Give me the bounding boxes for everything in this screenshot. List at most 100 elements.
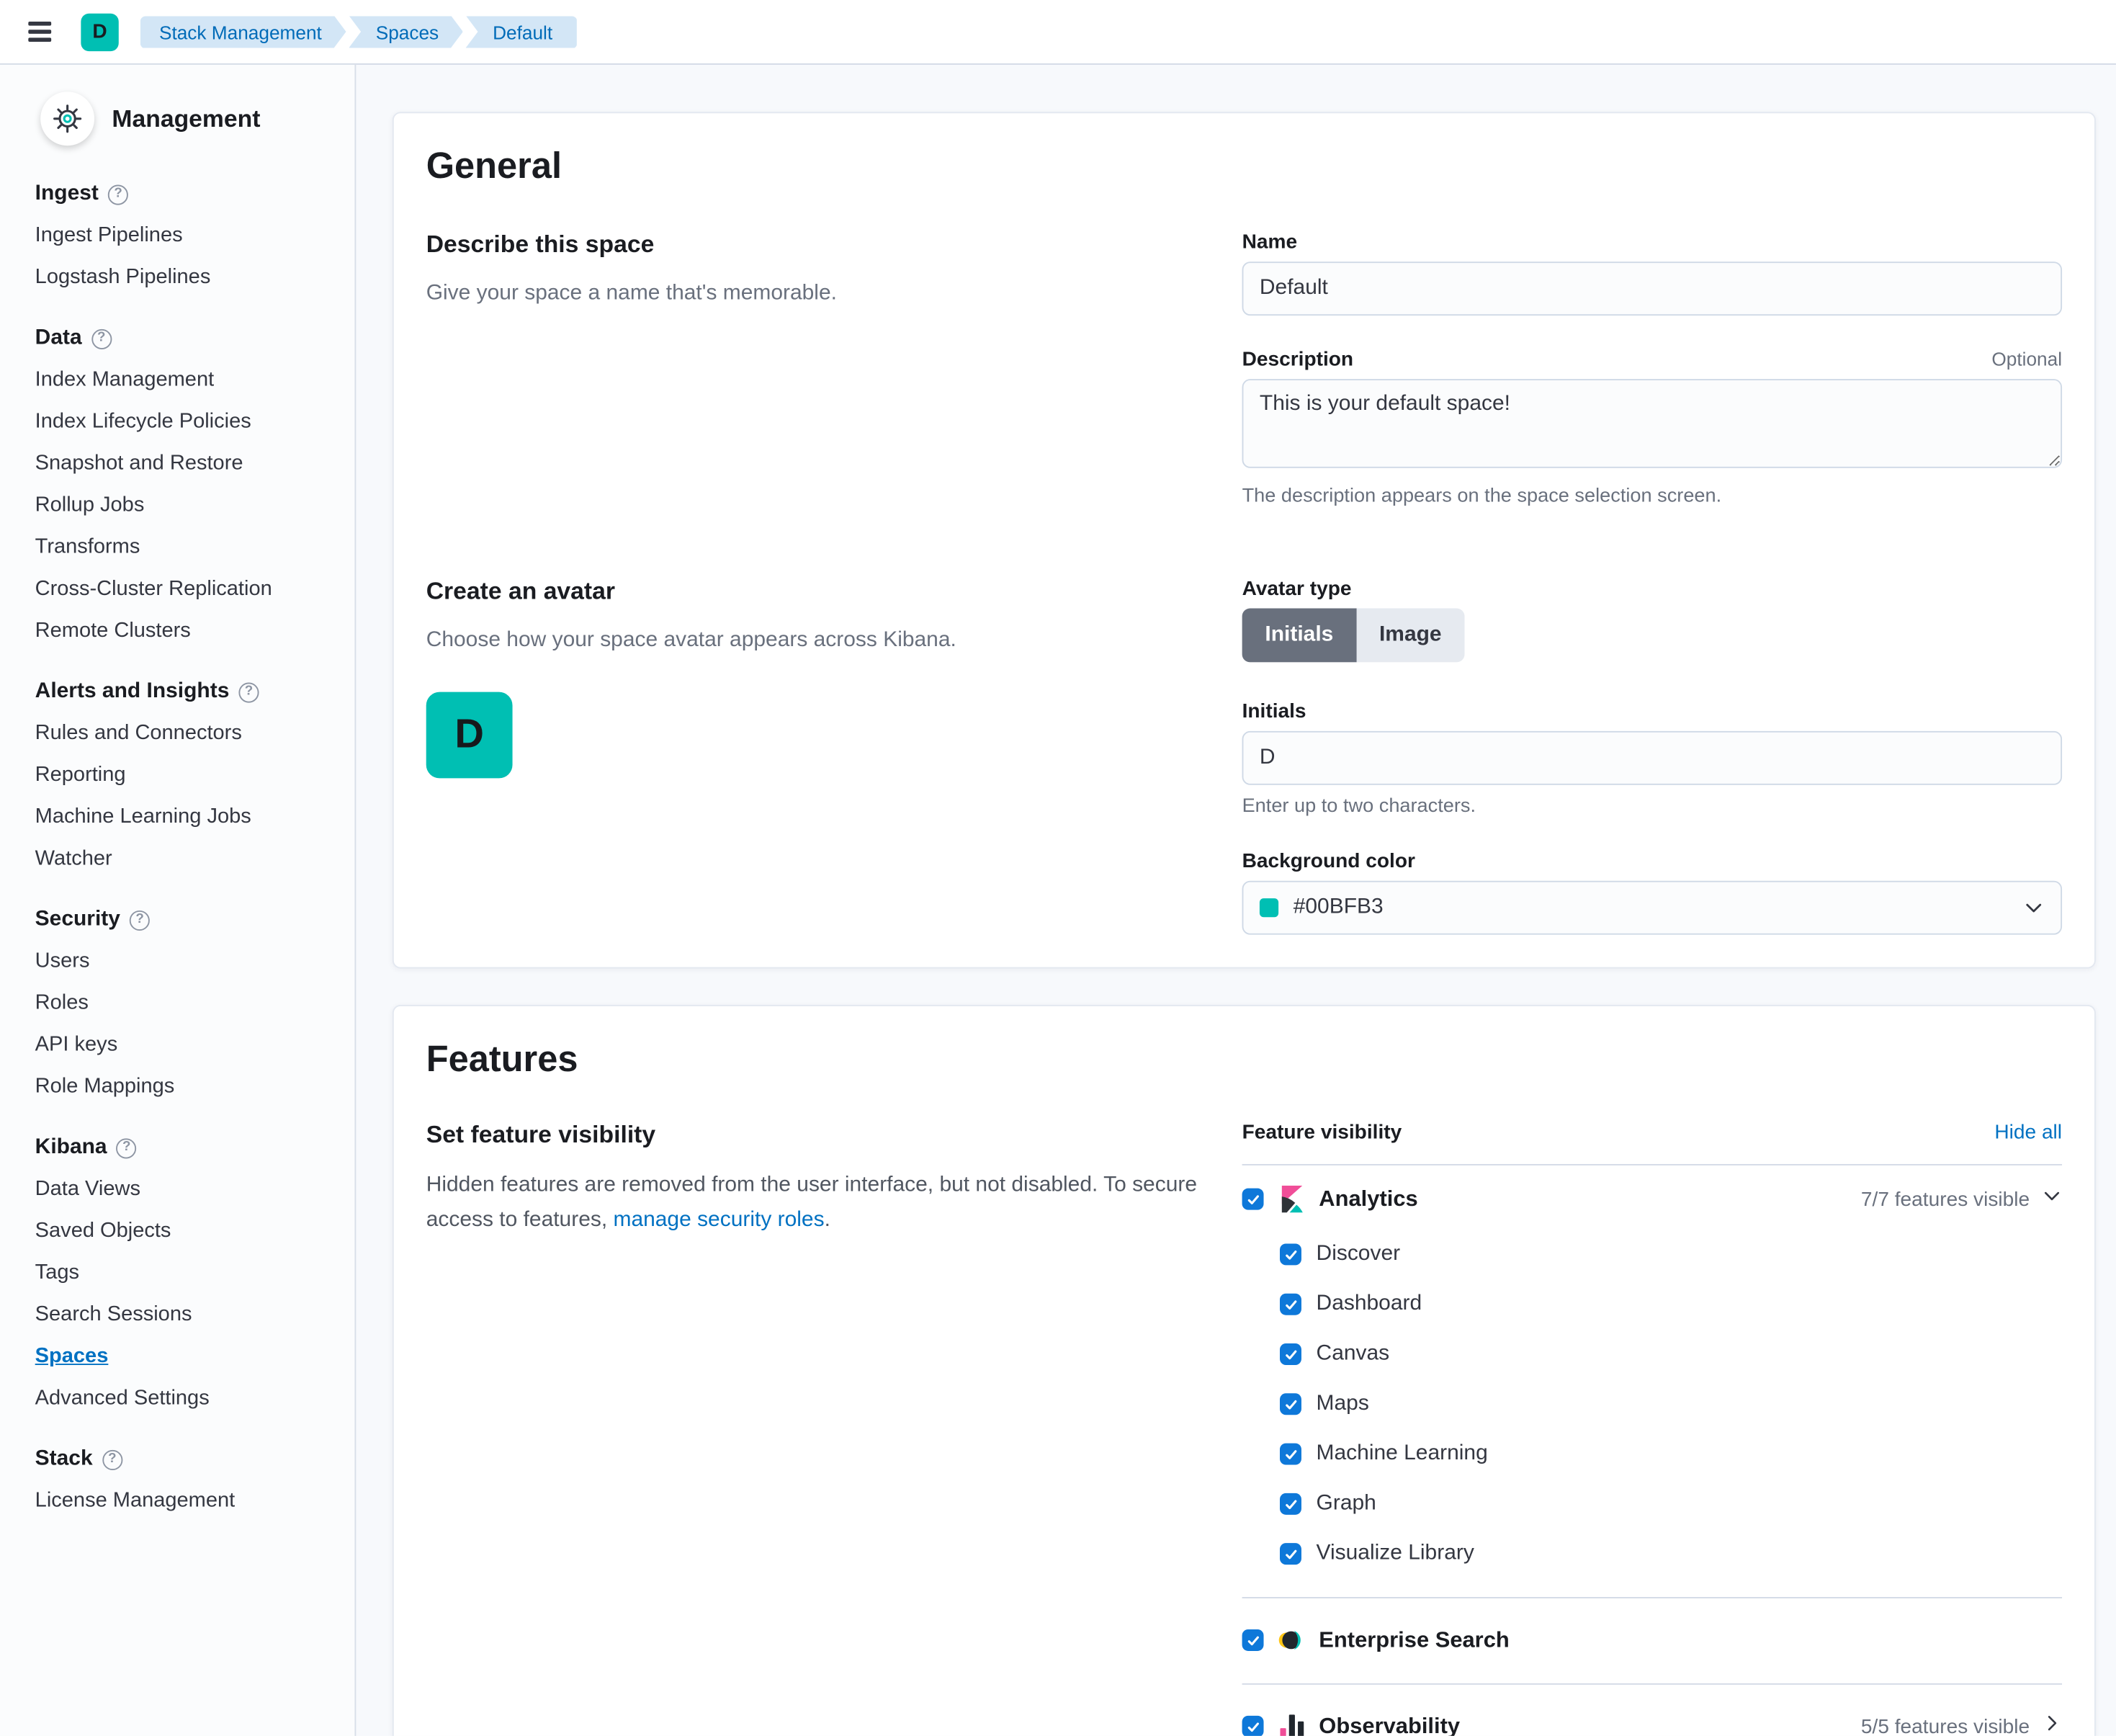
feature-row-observability: Observability 5/5 features visible bbox=[1242, 1701, 2062, 1736]
page-title: General bbox=[426, 146, 2062, 187]
visualize-library-checkbox[interactable] bbox=[1280, 1543, 1301, 1565]
name-input[interactable] bbox=[1242, 261, 2062, 316]
sidebar-item-machine-learning-jobs[interactable]: Machine Learning Jobs bbox=[35, 805, 341, 830]
graph-checkbox[interactable] bbox=[1280, 1493, 1301, 1515]
sidebar-item-remote-clusters[interactable]: Remote Clusters bbox=[35, 619, 341, 643]
sidebar-group-data: Data? Index Management Index Lifecycle P… bbox=[35, 326, 341, 643]
observability-accordion-toggle[interactable]: 5/5 features visible bbox=[1861, 1713, 2062, 1736]
sidebar-item-reporting[interactable]: Reporting bbox=[35, 764, 341, 788]
machine-learning-checkbox[interactable] bbox=[1280, 1444, 1301, 1465]
describe-space-description: Give your space a name that's memorable. bbox=[426, 278, 1216, 310]
description-textarea[interactable]: This is your default space! bbox=[1242, 379, 2062, 468]
question-circle-icon: ? bbox=[108, 184, 128, 205]
question-circle-icon: ? bbox=[102, 1449, 122, 1469]
features-panel: Features Set feature visibility Hidden f… bbox=[393, 1005, 2096, 1736]
feature-row-canvas: Canvas bbox=[1280, 1330, 2062, 1379]
sidebar-item-api-keys[interactable]: API keys bbox=[35, 1033, 341, 1057]
create-avatar-heading: Create an avatar bbox=[426, 577, 1216, 605]
sidebar-item-watcher[interactable]: Watcher bbox=[35, 847, 341, 872]
feature-label-dashboard: Dashboard bbox=[1317, 1292, 1422, 1317]
space-avatar-preview: D bbox=[426, 692, 513, 779]
group-label: Security bbox=[35, 908, 120, 932]
sidebar-item-logstash-pipelines[interactable]: Logstash Pipelines bbox=[35, 266, 341, 290]
initials-field-block: Initials Enter up to two characters. bbox=[1242, 700, 2062, 818]
avatar-type-initials-button[interactable]: Initials bbox=[1242, 608, 1357, 662]
analytics-checkbox[interactable] bbox=[1242, 1189, 1264, 1210]
sidebar-item-users[interactable]: Users bbox=[35, 949, 341, 974]
group-label: Data bbox=[35, 326, 82, 351]
group-label: Stack bbox=[35, 1447, 93, 1472]
manage-security-roles-link[interactable]: manage security roles bbox=[613, 1209, 824, 1232]
breadcrumb-stack-management[interactable]: Stack Management bbox=[140, 16, 346, 48]
chevron-down-icon bbox=[2042, 1186, 2062, 1212]
chevron-down-icon bbox=[2023, 897, 2045, 918]
dashboard-checkbox[interactable] bbox=[1280, 1294, 1301, 1315]
feature-row-maps: Maps bbox=[1280, 1380, 2062, 1430]
feature-row-enterprise-search: Enterprise Search bbox=[1242, 1614, 2062, 1665]
analytics-accordion-toggle[interactable]: 7/7 features visible bbox=[1861, 1186, 2062, 1212]
discover-checkbox[interactable] bbox=[1280, 1243, 1301, 1265]
divider bbox=[1242, 1597, 2062, 1598]
color-swatch bbox=[1260, 898, 1278, 917]
observability-checkbox[interactable] bbox=[1242, 1716, 1264, 1736]
feature-label-canvas: Canvas bbox=[1317, 1342, 1390, 1366]
sidebar-item-cross-cluster-replication[interactable]: Cross-Cluster Replication bbox=[35, 577, 341, 601]
name-field-block: Name bbox=[1242, 231, 2062, 316]
features-title: Features bbox=[426, 1039, 2062, 1080]
avatar-type-image-button[interactable]: Image bbox=[1356, 608, 1464, 662]
feature-row-dashboard: Dashboard bbox=[1280, 1280, 2062, 1330]
sidebar-item-saved-objects[interactable]: Saved Objects bbox=[35, 1220, 341, 1244]
sidebar-item-index-lifecycle-policies[interactable]: Index Lifecycle Policies bbox=[35, 410, 341, 434]
initials-label: Initials bbox=[1242, 700, 2062, 723]
sidebar-item-rollup-jobs[interactable]: Rollup Jobs bbox=[35, 493, 341, 518]
breadcrumb: Stack Management Spaces Default bbox=[140, 16, 580, 48]
feature-row-analytics: Analytics 7/7 features visible bbox=[1242, 1165, 2062, 1230]
analytics-feature-count: 7/7 features visible bbox=[1861, 1188, 2030, 1211]
sidebar-item-role-mappings[interactable]: Role Mappings bbox=[35, 1075, 341, 1099]
management-sidebar: Management Ingest? Ingest Pipelines Logs… bbox=[0, 65, 356, 1736]
feature-visibility-description: Hidden features are removed from the use… bbox=[426, 1168, 1216, 1238]
sidebar-item-license-management[interactable]: License Management bbox=[35, 1489, 341, 1513]
divider bbox=[1242, 1683, 2062, 1685]
sidebar-group-stack: Stack? License Management bbox=[35, 1447, 341, 1513]
background-color-block: Background color #00BFB3 bbox=[1242, 850, 2062, 935]
breadcrumb-spaces[interactable]: Spaces bbox=[349, 16, 463, 48]
maps-checkbox[interactable] bbox=[1280, 1393, 1301, 1415]
sidebar-item-search-sessions[interactable]: Search Sessions bbox=[35, 1303, 341, 1328]
sidebar-item-tags[interactable]: Tags bbox=[35, 1261, 341, 1286]
feature-row-visualize-library: Visualize Library bbox=[1280, 1529, 2062, 1579]
avatar-type-label: Avatar type bbox=[1242, 577, 2062, 600]
main-content: General Describe this space Give your sp… bbox=[356, 65, 2116, 1736]
sidebar-group-security: Security? Users Roles API keys Role Mapp… bbox=[35, 908, 341, 1099]
background-color-select[interactable]: #00BFB3 bbox=[1242, 881, 2062, 935]
sidebar-item-rules-and-connectors[interactable]: Rules and Connectors bbox=[35, 722, 341, 746]
sidebar-item-spaces[interactable]: Spaces bbox=[35, 1345, 341, 1369]
sidebar-item-roles[interactable]: Roles bbox=[35, 991, 341, 1016]
space-avatar-badge[interactable]: D bbox=[81, 13, 118, 50]
menu-icon[interactable] bbox=[19, 10, 62, 53]
sidebar-item-advanced-settings[interactable]: Advanced Settings bbox=[35, 1387, 341, 1411]
breadcrumb-default[interactable]: Default bbox=[466, 16, 577, 48]
group-label: Alerts and Insights bbox=[35, 680, 230, 704]
canvas-checkbox[interactable] bbox=[1280, 1343, 1301, 1365]
describe-space-heading: Describe this space bbox=[426, 231, 1216, 259]
enterprise-search-checkbox[interactable] bbox=[1242, 1629, 1264, 1651]
initials-input[interactable] bbox=[1242, 731, 2062, 785]
sidebar-group-alerts-insights: Alerts and Insights? Rules and Connector… bbox=[35, 680, 341, 872]
question-circle-icon: ? bbox=[117, 1137, 137, 1158]
sidebar-title: Management bbox=[112, 104, 260, 133]
sidebar-item-transforms[interactable]: Transforms bbox=[35, 535, 341, 560]
feature-label-observability: Observability bbox=[1319, 1714, 1460, 1736]
background-color-label: Background color bbox=[1242, 850, 2062, 873]
observability-logo-icon bbox=[1278, 1713, 1305, 1736]
sidebar-item-ingest-pipelines[interactable]: Ingest Pipelines bbox=[35, 224, 341, 249]
feature-label-enterprise-search: Enterprise Search bbox=[1319, 1627, 1509, 1653]
sidebar-item-data-views[interactable]: Data Views bbox=[35, 1178, 341, 1202]
feature-label-visualize-library: Visualize Library bbox=[1317, 1542, 1474, 1566]
sidebar-item-snapshot-and-restore[interactable]: Snapshot and Restore bbox=[35, 452, 341, 476]
hide-all-link[interactable]: Hide all bbox=[1994, 1121, 2062, 1144]
feature-label-analytics: Analytics bbox=[1319, 1186, 1417, 1212]
group-label: Ingest bbox=[35, 182, 99, 207]
analytics-sub-features: Discover Dashboard Canvas bbox=[1280, 1230, 2062, 1580]
sidebar-item-index-management[interactable]: Index Management bbox=[35, 368, 341, 393]
